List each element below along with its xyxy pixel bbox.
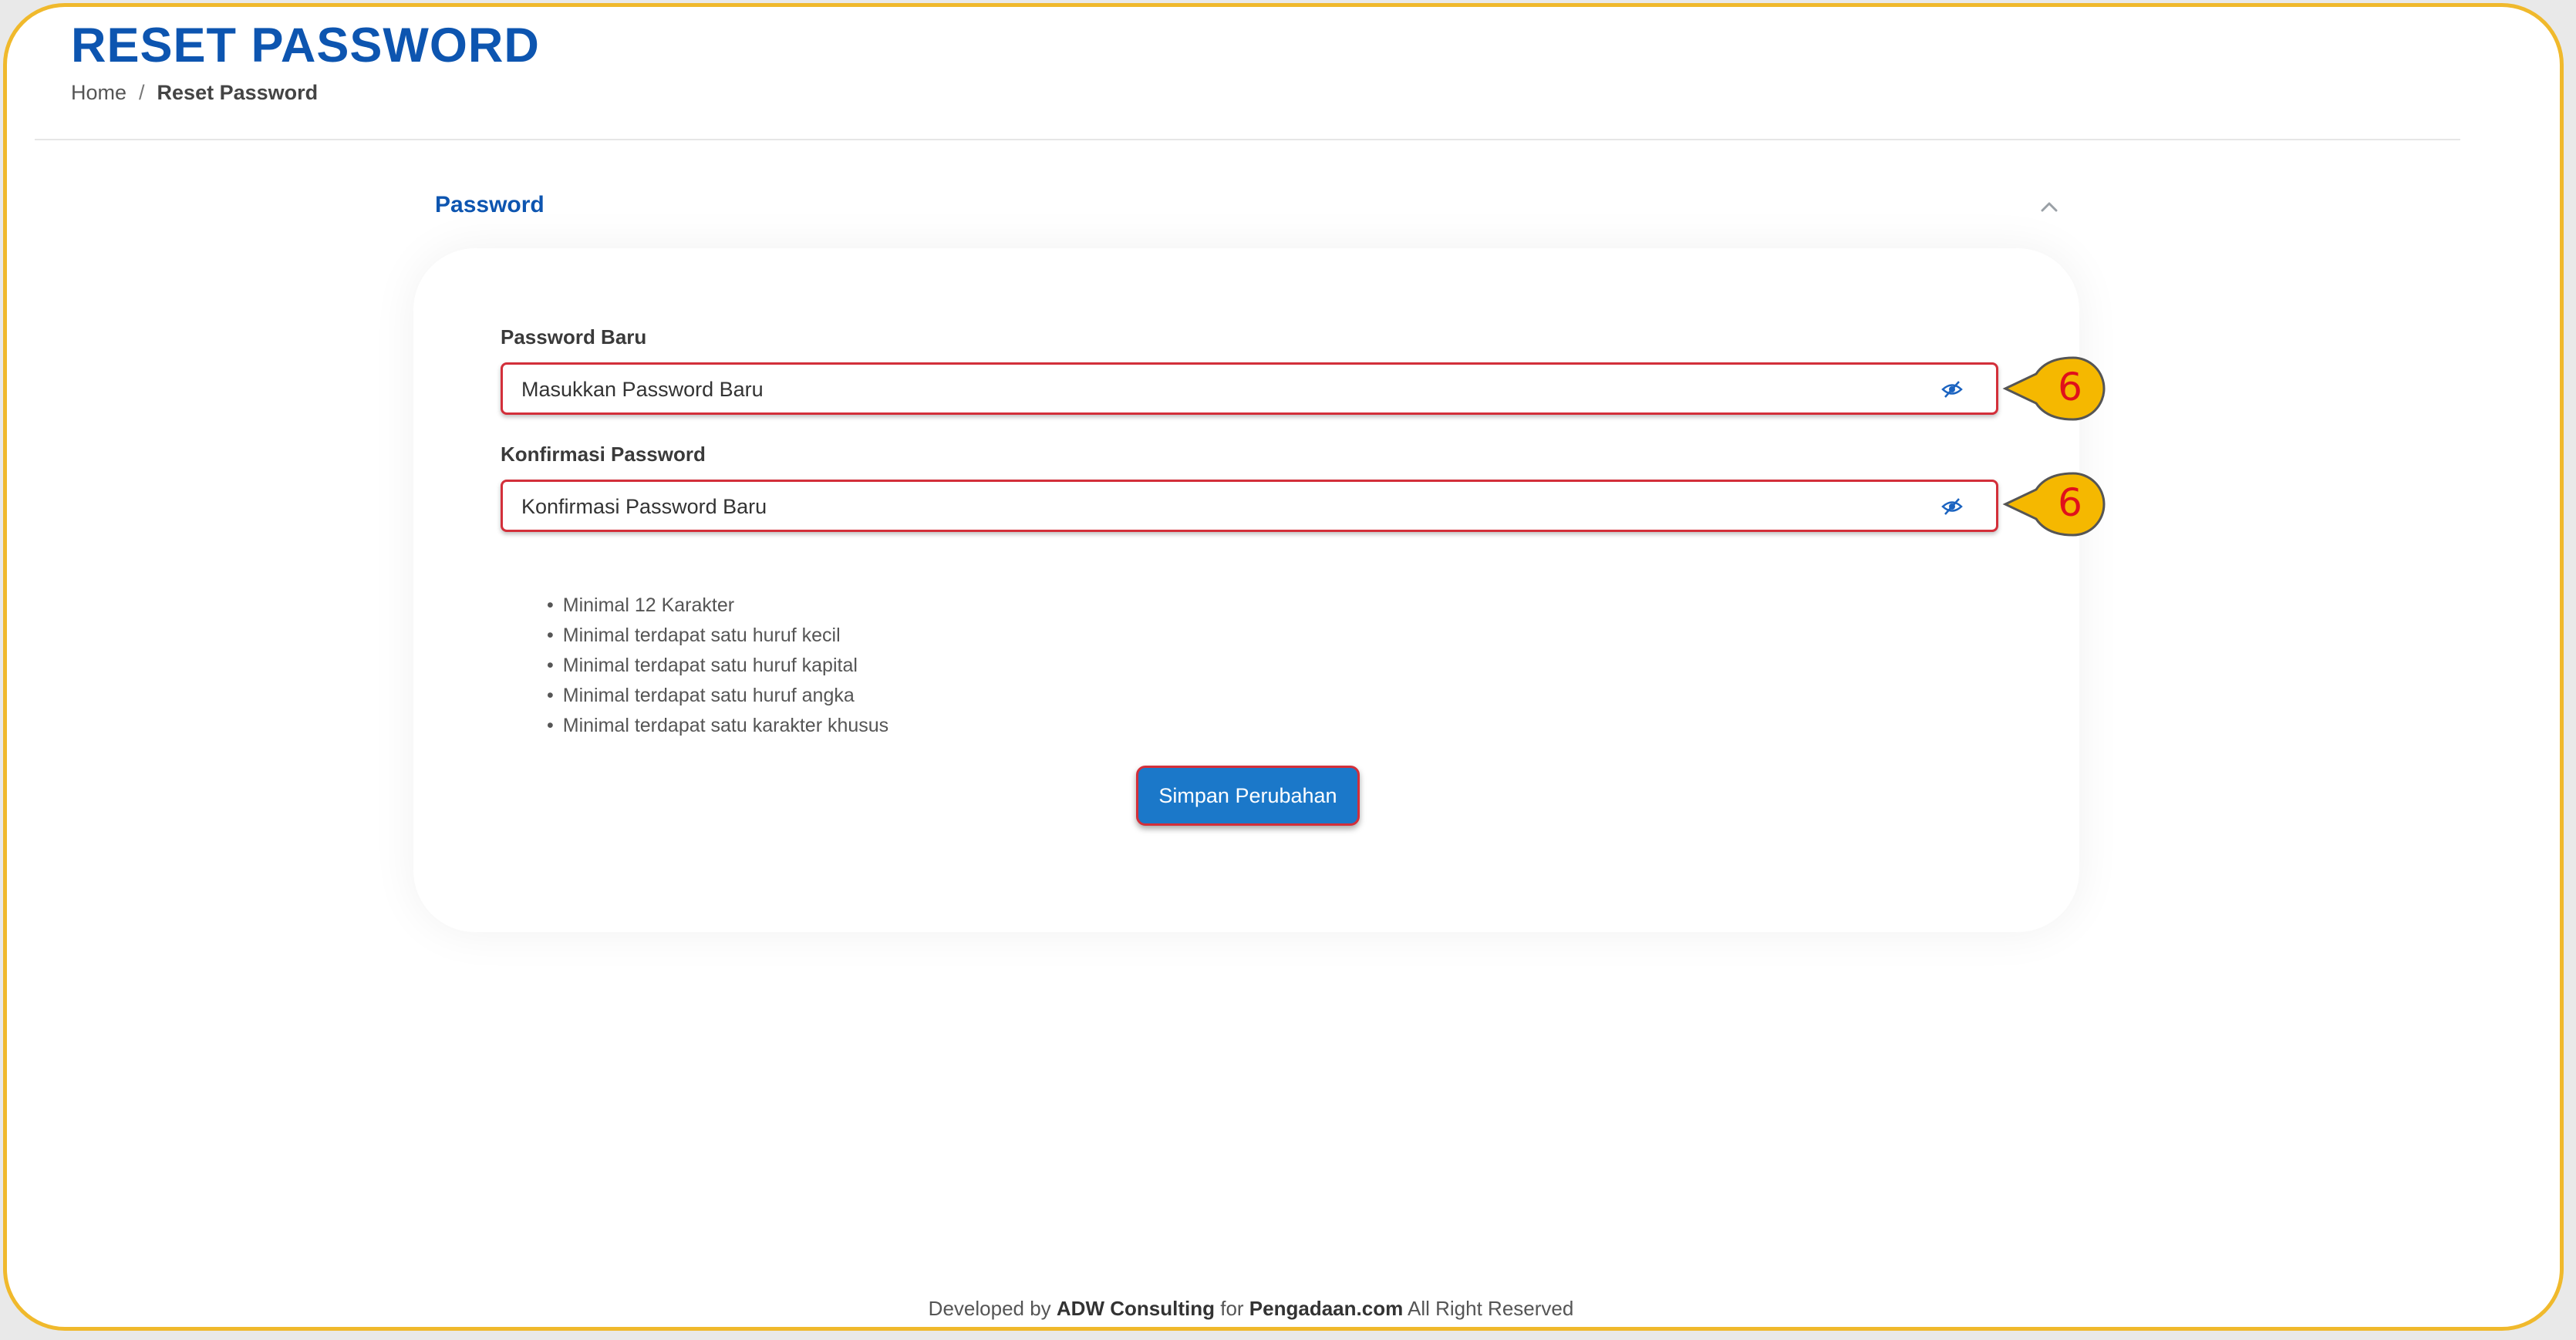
- password-requirements: Minimal 12 Karakter Minimal terdapat sat…: [547, 591, 888, 741]
- callout-number: 6: [2058, 365, 2082, 409]
- breadcrumb-current: Reset Password: [157, 81, 319, 104]
- save-changes-button[interactable]: Simpan Perubahan: [1136, 766, 1360, 826]
- breadcrumb-home[interactable]: Home: [71, 81, 126, 105]
- section-title: Password: [435, 192, 545, 217]
- breadcrumb-separator: /: [139, 81, 145, 104]
- chevron-up-icon[interactable]: [2036, 194, 2062, 220]
- footer: Developed by ADW Consulting for Pengadaa…: [7, 1297, 2495, 1321]
- footer-site: Pengadaan.com: [1249, 1297, 1404, 1320]
- eye-slash-icon[interactable]: [1940, 495, 1964, 518]
- new-password-field[interactable]: [501, 362, 1998, 415]
- new-password-input[interactable]: [520, 365, 1911, 414]
- eye-slash-icon[interactable]: [1940, 378, 1964, 401]
- requirement-item: Minimal terdapat satu huruf angka: [547, 681, 888, 711]
- step-callout-6: 6: [2002, 354, 2109, 423]
- new-password-label: Password Baru: [501, 325, 647, 348]
- password-section-header[interactable]: Password: [435, 192, 2062, 226]
- app-frame: RESET PASSWORD Home / Reset Password Pas…: [3, 3, 2564, 1331]
- breadcrumb: Home / Reset Password: [71, 81, 318, 105]
- requirement-item: Minimal 12 Karakter: [547, 591, 888, 621]
- page-title: RESET PASSWORD: [71, 19, 540, 72]
- footer-suffix: All Right Reserved: [1408, 1297, 1574, 1320]
- requirement-item: Minimal terdapat satu huruf kapital: [547, 651, 888, 681]
- requirement-item: Minimal terdapat satu karakter khusus: [547, 711, 888, 741]
- confirm-password-input[interactable]: [520, 482, 1911, 531]
- requirement-item: Minimal terdapat satu huruf kecil: [547, 621, 888, 651]
- confirm-password-label: Konfirmasi Password: [501, 443, 706, 466]
- header-divider: [35, 139, 2460, 140]
- footer-middle: for: [1220, 1297, 1244, 1320]
- footer-prefix: Developed by: [928, 1297, 1051, 1320]
- footer-company: ADW Consulting: [1056, 1297, 1215, 1320]
- confirm-password-field[interactable]: [501, 480, 1998, 532]
- step-callout-6: 6: [2002, 470, 2109, 539]
- callout-number: 6: [2058, 480, 2082, 525]
